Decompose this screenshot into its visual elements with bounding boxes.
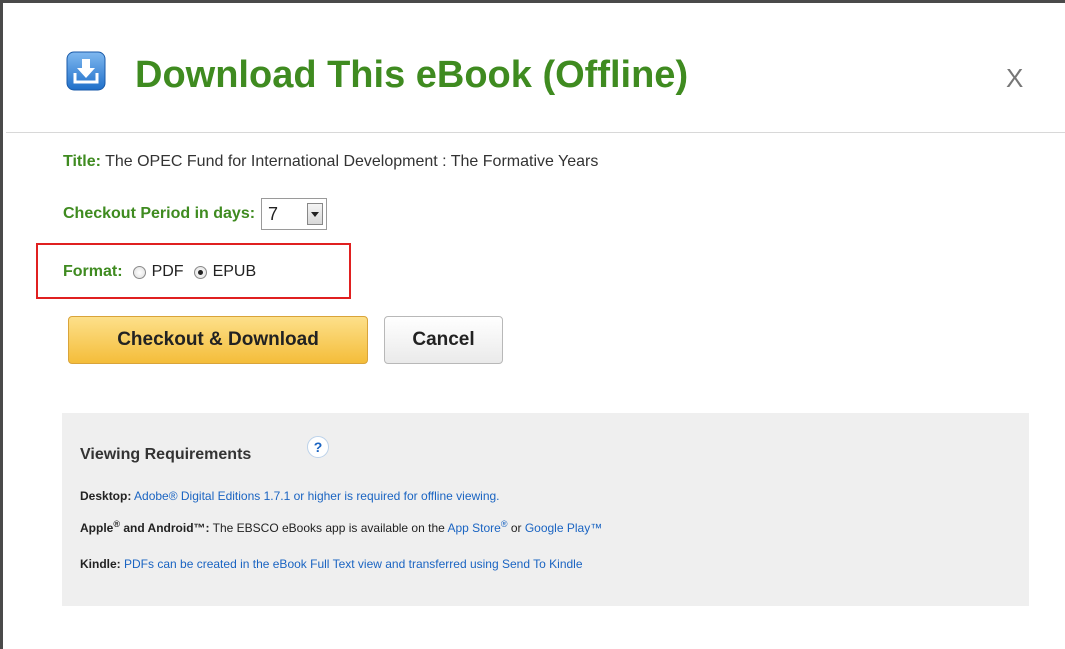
desktop-label: Desktop: xyxy=(80,489,132,503)
android-label: and Android™: xyxy=(119,521,210,535)
requirement-kindle: Kindle: PDFs can be created in the eBook… xyxy=(80,557,583,571)
requirement-desktop: Desktop: Adobe® Digital Editions 1.7.1 o… xyxy=(80,489,500,503)
format-radio-pdf[interactable] xyxy=(132,265,146,279)
book-title-row: Title: The OPEC Fund for International D… xyxy=(63,153,598,171)
checkout-period-select[interactable]: 7 xyxy=(261,198,328,230)
book-title-value: The OPEC Fund for International Developm… xyxy=(105,153,599,170)
apple-label: Apple xyxy=(80,521,114,535)
cancel-button[interactable]: Cancel xyxy=(384,316,503,364)
desktop-link[interactable]: Adobe® Digital Editions 1.7.1 or higher … xyxy=(134,489,500,503)
format-row: Format: PDF EPUB xyxy=(63,263,256,281)
requirement-mobile: Apple® and Android™: The EBSCO eBooks ap… xyxy=(80,519,603,535)
format-option-epub-label[interactable]: EPUB xyxy=(213,263,257,281)
checkout-period-row: Checkout Period in days: 7 xyxy=(63,198,328,230)
or-text: or xyxy=(507,521,525,535)
kindle-link[interactable]: PDFs can be created in the eBook Full Te… xyxy=(124,557,582,571)
format-label: Format: xyxy=(63,263,123,280)
dialog-title: Download This eBook (Offline) xyxy=(135,54,689,96)
chevron-down-icon[interactable] xyxy=(307,203,324,225)
viewing-requirements-panel: Viewing Requirements ? Desktop: Adobe® D… xyxy=(62,413,1029,606)
book-title-label: Title: xyxy=(63,153,101,170)
mobile-text: The EBSCO eBooks app is available on the xyxy=(209,521,448,535)
help-icon[interactable]: ? xyxy=(307,436,329,458)
checkout-period-value: 7 xyxy=(268,204,279,224)
format-radio-epub[interactable] xyxy=(193,265,207,279)
dialog: Download This eBook (Offline) X Title: T… xyxy=(0,0,1065,649)
download-icon xyxy=(66,51,106,91)
dialog-header: Download This eBook (Offline) X xyxy=(6,6,1065,133)
format-option-pdf-label[interactable]: PDF xyxy=(152,263,184,281)
checkout-period-label: Checkout Period in days: xyxy=(63,205,256,222)
checkout-download-button[interactable]: Checkout & Download xyxy=(68,316,368,364)
viewing-requirements-title: Viewing Requirements xyxy=(80,446,252,463)
app-store-link[interactable]: App Store xyxy=(447,521,500,535)
close-icon[interactable]: X xyxy=(1006,63,1023,94)
kindle-label: Kindle: xyxy=(80,557,121,571)
google-play-link[interactable]: Google Play™ xyxy=(525,521,602,535)
